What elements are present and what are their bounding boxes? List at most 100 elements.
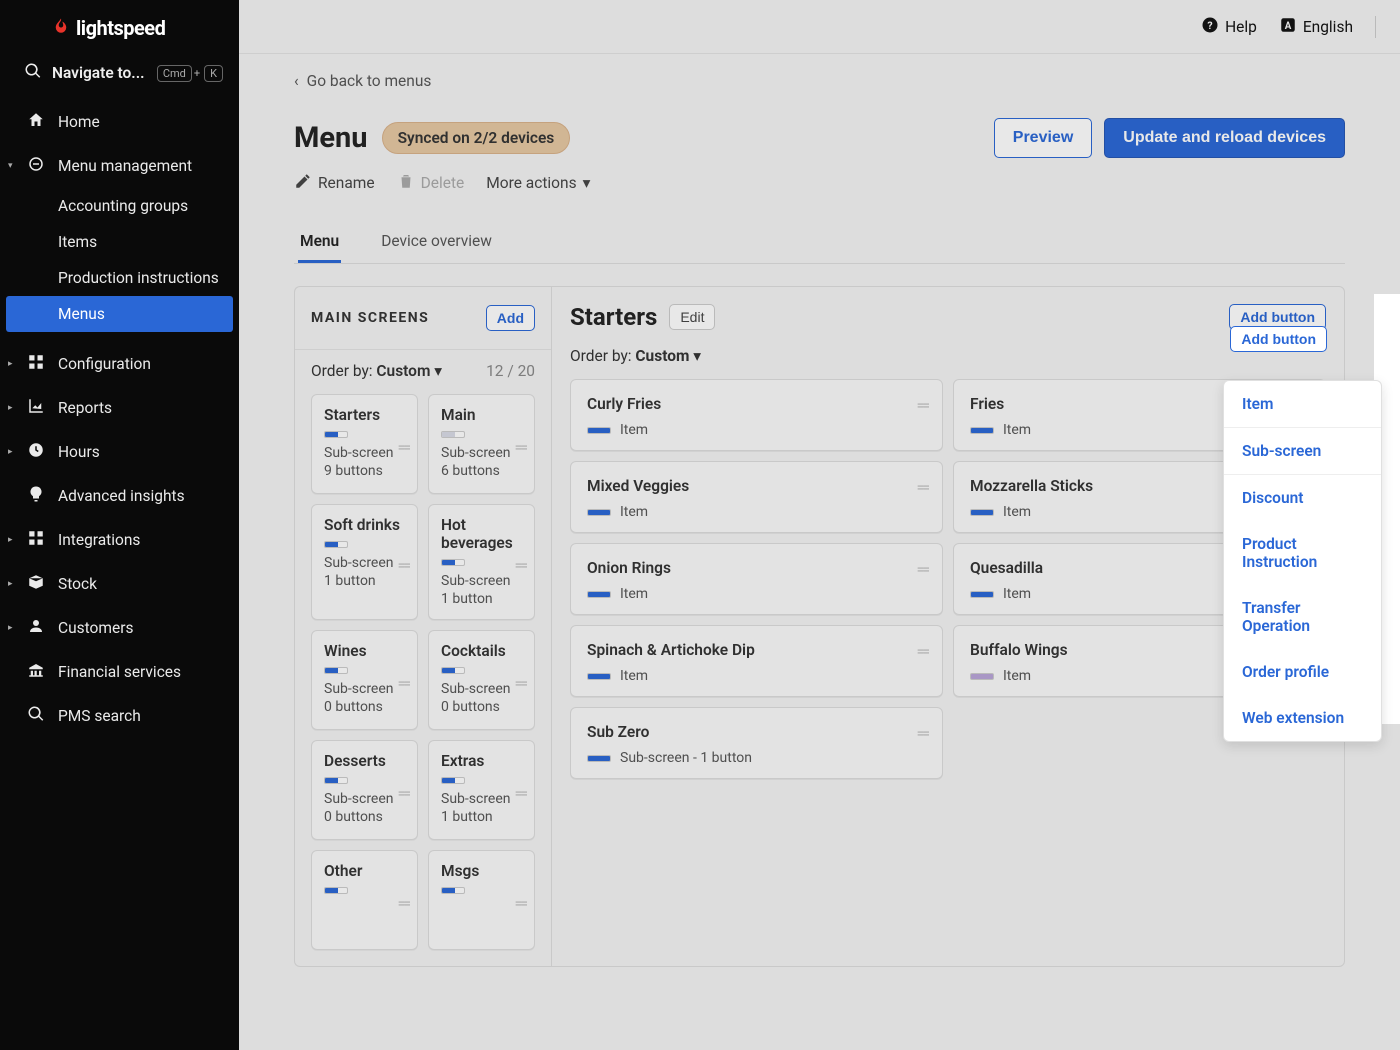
- nav-integrations[interactable]: ▸ Integrations: [0, 518, 239, 562]
- nav-hours[interactable]: ▸ Hours: [0, 430, 239, 474]
- drag-handle-icon[interactable]: ==: [917, 398, 928, 414]
- card-title: Starters: [324, 406, 407, 424]
- color-swatch: [324, 887, 348, 894]
- grid-icon: [24, 529, 48, 551]
- drag-handle-icon[interactable]: ==: [917, 562, 928, 578]
- color-swatch: [441, 887, 465, 894]
- color-swatch: [324, 431, 348, 438]
- dropdown-transfer-operation[interactable]: Transfer Operation: [1224, 585, 1381, 649]
- menu-item-card[interactable]: Mixed VeggiesItem==: [570, 461, 943, 533]
- add-button-button-highlight[interactable]: Add button: [1230, 326, 1327, 352]
- drag-handle-icon[interactable]: ==: [917, 726, 928, 742]
- drag-handle-icon[interactable]: ==: [398, 786, 409, 802]
- menu-item-card[interactable]: Sub ZeroSub-screen - 1 button==: [570, 707, 943, 779]
- item-title: Curly Fries: [587, 395, 926, 413]
- dropdown-product-instruction[interactable]: Product Instruction: [1224, 521, 1381, 585]
- main-screen-card[interactable]: Msgs ==: [428, 850, 535, 950]
- box-icon: [24, 573, 48, 595]
- item-title: Mixed Veggies: [587, 477, 926, 495]
- main-screen-card[interactable]: Other ==: [311, 850, 418, 950]
- update-reload-button[interactable]: Update and reload devices: [1104, 118, 1345, 158]
- nav-stock[interactable]: ▸ Stock: [0, 562, 239, 606]
- card-subtitle: Sub-screen1 button: [441, 791, 524, 826]
- main-screen-card[interactable]: DessertsSub-screen0 buttons==: [311, 740, 418, 840]
- kbd-cmd: Cmd: [157, 65, 192, 82]
- drag-handle-icon[interactable]: ==: [515, 558, 526, 574]
- drag-handle-icon[interactable]: ==: [917, 480, 928, 496]
- main-screen-card[interactable]: MainSub-screen6 buttons==: [428, 394, 535, 494]
- dropdown-subscreen[interactable]: Sub-screen: [1224, 428, 1381, 474]
- main-screen-card[interactable]: Hot beveragesSub-screen1 button==: [428, 504, 535, 620]
- orderby-detail[interactable]: Order by: Custom ▾: [570, 347, 701, 365]
- language-link[interactable]: A English: [1279, 16, 1353, 38]
- drag-handle-icon[interactable]: ==: [398, 558, 409, 574]
- tab-device-overview[interactable]: Device overview: [379, 222, 494, 263]
- main-screen-card[interactable]: Starters Sub-screen9 buttons==: [311, 394, 418, 494]
- drag-handle-icon[interactable]: ==: [515, 676, 526, 692]
- drag-handle-icon[interactable]: ==: [515, 896, 526, 912]
- user-icon: [24, 617, 48, 639]
- drag-handle-icon[interactable]: ==: [917, 644, 928, 660]
- card-title: Other: [324, 862, 407, 880]
- bulb-icon: [24, 485, 48, 507]
- help-label: Help: [1225, 18, 1257, 36]
- item-type: Item: [620, 422, 648, 438]
- drag-handle-icon[interactable]: ==: [515, 440, 526, 456]
- menu-item-card[interactable]: Spinach & Artichoke DipItem==: [570, 625, 943, 697]
- color-swatch: [441, 667, 465, 674]
- back-to-menus[interactable]: ‹ Go back to menus: [294, 72, 1345, 90]
- nav-pms-search[interactable]: PMS search: [0, 694, 239, 738]
- dropdown-order-profile[interactable]: Order profile: [1224, 649, 1381, 695]
- drag-handle-icon[interactable]: ==: [398, 676, 409, 692]
- nav-menu-management[interactable]: ▾ Menu management: [0, 144, 239, 188]
- drag-handle-icon[interactable]: ==: [515, 786, 526, 802]
- kbd-k: K: [204, 65, 223, 82]
- language-icon: A: [1279, 16, 1297, 38]
- chevron-right-icon: ▸: [8, 359, 13, 369]
- orderby[interactable]: Order by: Custom ▾: [311, 362, 442, 380]
- delete-action: Delete: [397, 172, 465, 194]
- color-swatch: [441, 559, 465, 566]
- menu-item-card[interactable]: Onion RingsItem==: [570, 543, 943, 615]
- help-link[interactable]: ? Help: [1201, 16, 1257, 38]
- card-title: Desserts: [324, 752, 407, 770]
- nav-advanced-insights[interactable]: Advanced insights: [0, 474, 239, 518]
- main-screen-card[interactable]: WinesSub-screen0 buttons==: [311, 630, 418, 730]
- card-title: Soft drinks: [324, 516, 407, 534]
- more-label: More actions: [486, 174, 576, 192]
- main-screen-card[interactable]: CocktailsSub-screen0 buttons==: [428, 630, 535, 730]
- nav-accounting-groups[interactable]: Accounting groups: [0, 188, 239, 224]
- preview-button[interactable]: Preview: [994, 118, 1092, 158]
- card-title: Msgs: [441, 862, 524, 880]
- more-actions[interactable]: More actions ▾: [486, 174, 590, 192]
- add-main-screen-button[interactable]: Add: [486, 305, 535, 331]
- nav-items[interactable]: Items: [0, 224, 239, 260]
- nav-configuration[interactable]: ▸ Configuration: [0, 342, 239, 386]
- nav-customers[interactable]: ▸ Customers: [0, 606, 239, 650]
- dropdown-web-extension[interactable]: Web extension: [1224, 695, 1381, 741]
- drag-handle-icon[interactable]: ==: [398, 440, 409, 456]
- nav-menus[interactable]: Menus: [6, 296, 233, 332]
- edit-section-button[interactable]: Edit: [669, 304, 715, 330]
- logo: lightspeed: [0, 0, 239, 52]
- home-icon: [24, 111, 48, 133]
- card-subtitle: Sub-screen9 buttons: [324, 445, 407, 480]
- rename-action[interactable]: Rename: [294, 172, 375, 194]
- nav-financial-services[interactable]: Financial services: [0, 650, 239, 694]
- tab-menu[interactable]: Menu: [298, 222, 341, 263]
- nav-production-instructions[interactable]: Production instructions: [0, 260, 239, 296]
- navigate-search[interactable]: Navigate to... Cmd + K: [0, 52, 239, 96]
- nav-reports[interactable]: ▸ Reports: [0, 386, 239, 430]
- dropdown-item[interactable]: Item: [1224, 381, 1381, 427]
- dropdown-discount[interactable]: Discount: [1224, 475, 1381, 521]
- main-screen-card[interactable]: ExtrasSub-screen1 button==: [428, 740, 535, 840]
- card-subtitle: Sub-screen0 buttons: [324, 681, 407, 716]
- nav-label: Home: [58, 113, 100, 131]
- menu-item-card[interactable]: Curly Fries Item ==: [570, 379, 943, 451]
- flame-icon: [52, 16, 70, 40]
- nav-label: Menu management: [58, 157, 192, 175]
- drag-handle-icon[interactable]: ==: [398, 896, 409, 912]
- main-screen-card[interactable]: Soft drinksSub-screen1 button==: [311, 504, 418, 620]
- nav-label: Stock: [58, 575, 97, 593]
- nav-home[interactable]: Home: [0, 100, 239, 144]
